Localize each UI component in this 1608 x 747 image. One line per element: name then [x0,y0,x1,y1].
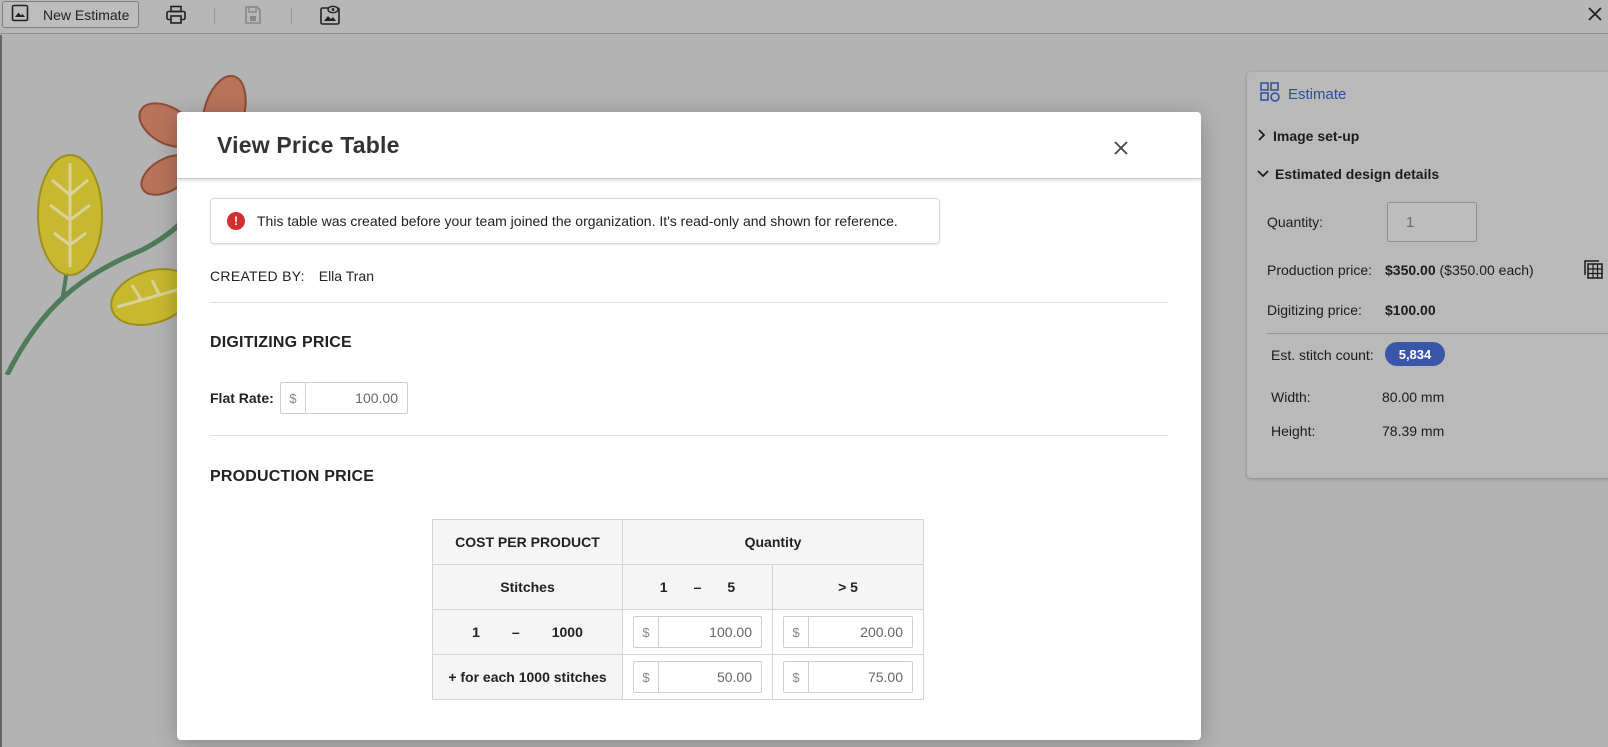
table-cell: $ 50.00 [622,654,773,700]
digitizing-price-title: DIGITIZING PRICE [210,334,352,351]
table-cell: $ 200.00 [772,609,924,655]
quantity-range-2: > 5 [772,564,924,610]
digitizing-price-label: Digitizing price: [1267,302,1362,318]
error-info-icon: ! [227,212,245,230]
price-input: $ 50.00 [633,661,762,693]
flat-rate-input: $ 100.00 [280,382,408,414]
created-by-value: Ella Tran [318,268,374,284]
stitches-header: Stitches [432,564,623,610]
view-price-table-dialog: View Price Table ! This table was create… [177,112,1201,740]
preview-icon[interactable] [317,3,343,27]
flat-rate-value: 100.00 [355,390,398,406]
stitch-count-label: Est. stitch count: [1271,347,1374,363]
flat-rate-label: Flat Rate: [210,390,274,406]
read-only-alert: ! This table was created before your tea… [210,198,940,244]
estimate-header[interactable]: Estimate [1260,82,1346,106]
table-cell: $ 75.00 [772,654,924,700]
digitizing-price-value: $100.00 [1385,302,1436,318]
print-icon[interactable] [163,3,189,27]
toolbar-separator [214,8,215,24]
table-cell: $ 100.00 [622,609,773,655]
calculator-grid-icon [1260,82,1280,106]
estimate-title: Estimate [1288,85,1347,103]
section-divider [210,435,1168,436]
chevron-right-icon [1257,128,1267,144]
image-icon [11,4,29,25]
price-input: $ 200.00 [783,616,913,648]
created-by: CREATED BY: Ella Tran [210,268,374,284]
quantity-header: Quantity [622,519,924,565]
currency-symbol: $ [281,383,306,413]
section-divider [210,302,1168,303]
stitch-count-badge: 5,834 [1385,342,1445,366]
height-value: 78.39 mm [1382,423,1445,439]
cost-per-product-header: COST PER PRODUCT [432,519,623,565]
production-price-value: $350.00 ($350.00 each) [1385,262,1534,278]
design-details-label: Estimated design details [1275,166,1440,182]
quantity-label: Quantity: [1267,214,1324,230]
created-by-label: CREATED BY: [210,268,305,284]
price-input: $ 100.00 [633,616,762,648]
height-label: Height: [1271,423,1316,439]
price-table-icon[interactable] [1584,260,1604,283]
production-price-table: COST PER PRODUCT Quantity Stitches 1 – 5… [432,519,924,700]
production-price-label: Production price: [1267,262,1373,278]
new-estimate-button[interactable]: New Estimate [2,1,139,28]
toolbar-separator [291,8,292,24]
per-1000-stitches-row-label: + for each 1000 stitches [432,654,623,700]
dialog-header: View Price Table [177,112,1201,179]
production-price-title: PRODUCTION PRICE [210,468,375,485]
save-icon[interactable] [240,3,266,27]
estimate-panel: Estimate Image set-up Estimated design d… [1247,72,1608,478]
price-input: $ 75.00 [783,661,913,693]
panel-divider [1267,333,1608,334]
width-value: 80.00 mm [1382,389,1445,405]
image-setup-section[interactable]: Image set-up [1257,128,1359,144]
chevron-down-icon [1257,166,1269,182]
quantity-input[interactable]: 1 [1387,202,1477,242]
stitch-range-row-label: 1 – 1000 [432,609,623,655]
quantity-range-1: 1 – 5 [622,564,773,610]
dialog-close-icon[interactable] [1110,137,1132,159]
alert-text: This table was created before your team … [257,213,898,229]
width-label: Width: [1271,389,1311,405]
image-setup-label: Image set-up [1273,128,1360,144]
new-estimate-label: New Estimate [43,6,130,23]
dialog-title: View Price Table [217,132,400,158]
design-details-section[interactable]: Estimated design details [1257,166,1439,182]
close-icon[interactable] [1584,3,1606,25]
top-toolbar: New Estimate [0,0,1608,34]
